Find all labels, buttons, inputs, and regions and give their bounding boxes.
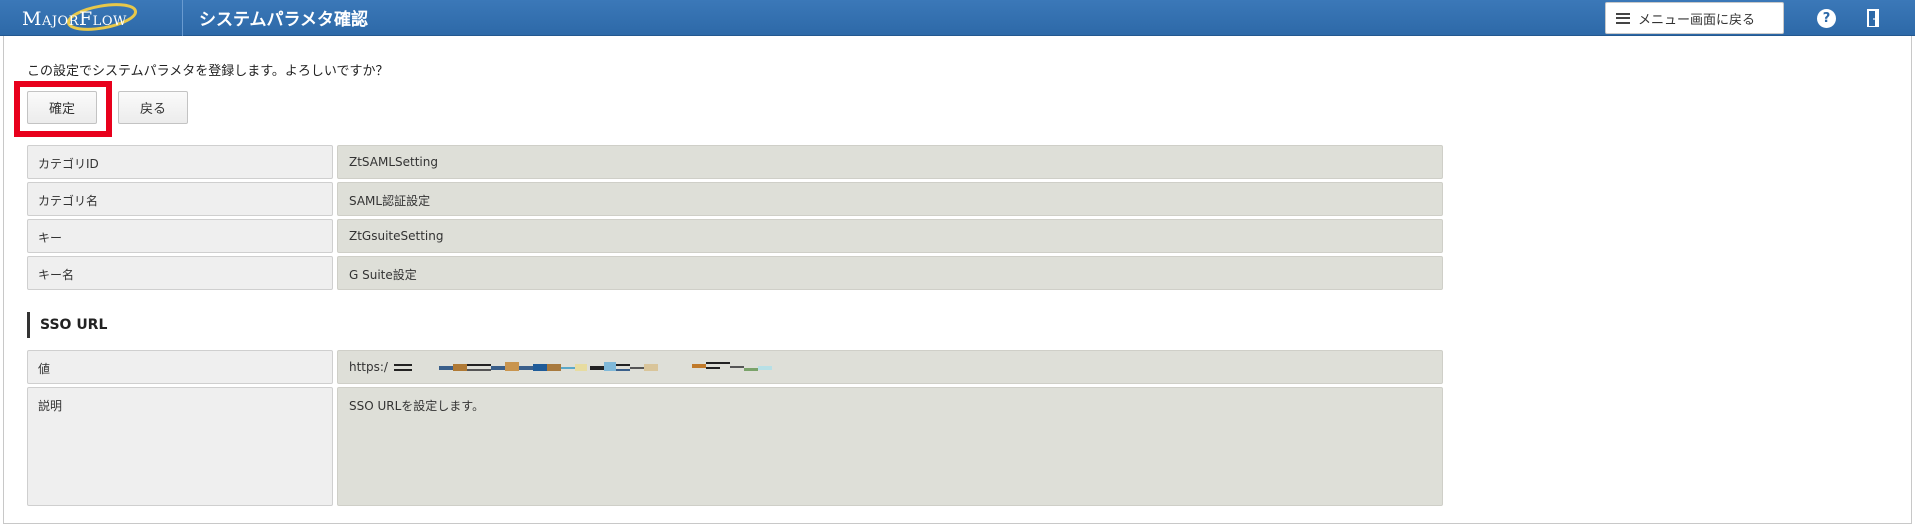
param-row-sso-description: 説明 SSO URLを設定します。	[27, 387, 1443, 506]
param-row-category-id: カテゴリID ZtSAMLSetting	[27, 145, 1443, 179]
param-label: カテゴリ名	[27, 182, 333, 216]
param-label: 説明	[27, 387, 333, 506]
section-title-sso-url: SSO URL	[27, 312, 107, 338]
back-button[interactable]: 戻る	[118, 91, 188, 124]
header-divider	[182, 0, 183, 36]
logo-text: MajorFlow	[22, 8, 127, 30]
param-value: ZtGsuiteSetting	[337, 219, 1443, 253]
sso-url-text: https:/	[349, 360, 388, 374]
back-to-menu-button[interactable]: メニュー画面に戻る	[1605, 2, 1784, 34]
param-value: https:/	[337, 350, 1443, 384]
param-row-sso-value: 値 https:/	[27, 350, 1443, 384]
confirm-message: この設定でシステムパラメタを登録します。よろしいですか？	[27, 64, 389, 79]
param-label: キー	[27, 219, 333, 253]
param-label: 値	[27, 350, 333, 384]
confirm-button[interactable]: 確定	[27, 91, 97, 124]
app-header: MajorFlow システムパラメタ確認 メニュー画面に戻る ?	[0, 0, 1915, 36]
back-to-menu-label: メニュー画面に戻る	[1638, 12, 1756, 28]
param-row-key: キー ZtGsuiteSetting	[27, 219, 1443, 253]
param-value: SAML認証設定	[337, 182, 1443, 216]
redacted-url-mask	[393, 361, 772, 371]
param-label: カテゴリID	[27, 145, 333, 179]
logout-door-icon[interactable]	[1865, 8, 1881, 28]
param-value: ZtSAMLSetting	[337, 145, 1443, 179]
majorflow-logo[interactable]: MajorFlow	[14, 2, 174, 34]
param-label: キー名	[27, 256, 333, 290]
page-title: システムパラメタ確認	[199, 10, 368, 30]
param-value: G Suite設定	[337, 256, 1443, 290]
param-row-key-name: キー名 G Suite設定	[27, 256, 1443, 290]
param-value: SSO URLを設定します。	[337, 387, 1443, 506]
help-icon[interactable]: ?	[1817, 9, 1836, 28]
param-row-category-name: カテゴリ名 SAML認証設定	[27, 182, 1443, 216]
hamburger-icon	[1616, 12, 1630, 24]
